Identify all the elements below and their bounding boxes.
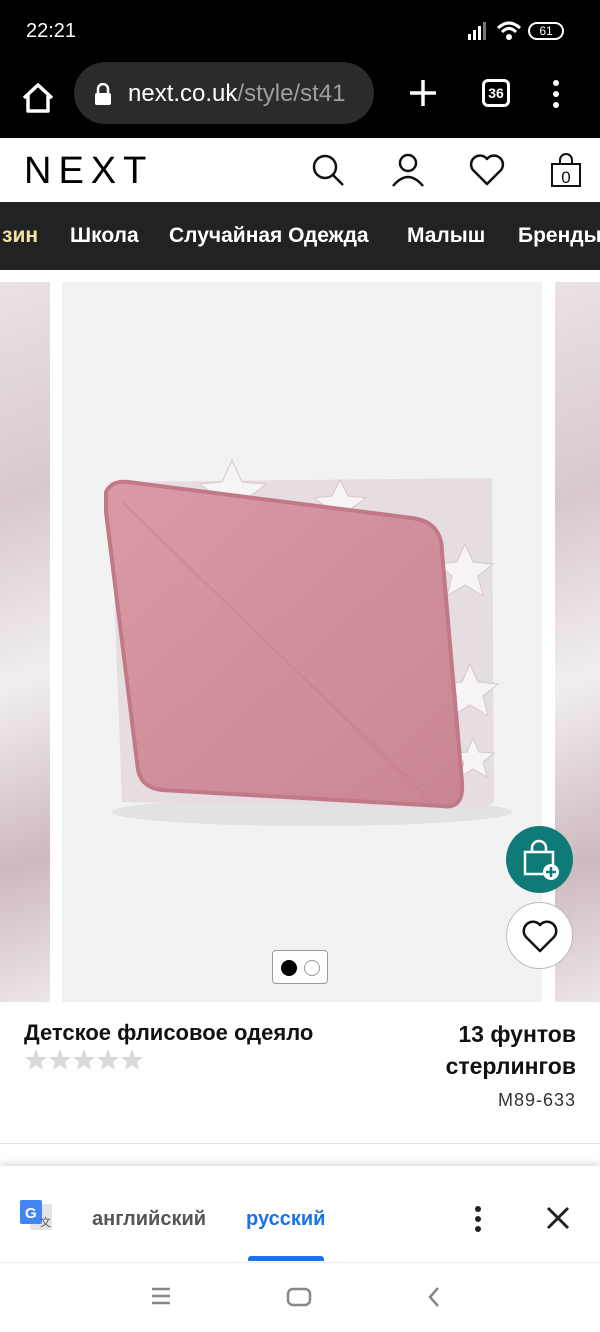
site-header: NEXT 0 (0, 138, 600, 202)
star-icon (121, 1049, 143, 1070)
system-nav-bar (0, 1262, 600, 1332)
category-item-baby[interactable]: Малыш (407, 224, 485, 248)
heart-icon (522, 920, 558, 953)
basket-icon[interactable]: 0 (546, 150, 586, 190)
category-item-casual[interactable]: Случайная Одежда (169, 224, 369, 248)
battery-icon: 61 (528, 22, 564, 40)
star-icon (97, 1049, 119, 1070)
account-icon[interactable] (388, 150, 428, 190)
category-item-brands[interactable]: Бренды (518, 224, 600, 248)
url-bar[interactable]: next.co.uk/style/st41 (74, 62, 374, 124)
url-text: next.co.uk/style/st41 (128, 80, 345, 108)
price-line-1: 13 фунтов (458, 1021, 576, 1047)
star-icon (73, 1049, 95, 1070)
home-icon[interactable] (18, 78, 58, 118)
status-bar: 22:21 61 (0, 0, 600, 62)
product-sku: M89-633 (497, 1090, 576, 1110)
back-icon[interactable] (426, 1285, 442, 1314)
close-icon[interactable] (544, 1204, 572, 1232)
category-nav: зин Школа Случайная Одежда Малыш Бренды (0, 202, 600, 270)
star-icon (25, 1049, 47, 1070)
source-language-tab[interactable]: английский (92, 1208, 206, 1231)
image-pagination[interactable] (272, 950, 328, 984)
next-image-preview[interactable] (555, 282, 600, 1002)
bag-plus-icon (523, 839, 559, 880)
star-icon (49, 1049, 71, 1070)
product-image[interactable] (62, 282, 542, 1002)
active-tab-indicator (248, 1256, 324, 1261)
system-home-icon[interactable] (286, 1287, 312, 1312)
wifi-icon (496, 21, 522, 46)
translate-more-icon[interactable] (470, 1204, 486, 1234)
divider (0, 1143, 600, 1144)
status-time: 22:21 (26, 20, 77, 42)
add-to-favourites-button[interactable] (506, 902, 573, 969)
tab-switcher-button[interactable]: 36 (482, 79, 510, 107)
category-item-school[interactable]: Школа (70, 224, 139, 248)
price-line-2: стерлингов (445, 1053, 576, 1079)
add-to-bag-button[interactable] (506, 826, 573, 893)
new-tab-icon[interactable] (406, 76, 440, 110)
pagination-dot[interactable] (304, 960, 320, 976)
pagination-dot-active[interactable] (281, 960, 297, 976)
url-path: /style/st41 (237, 80, 346, 107)
google-translate-icon[interactable]: G 文 (18, 1198, 54, 1237)
favourites-icon[interactable] (467, 150, 507, 190)
svg-text:文: 文 (40, 1215, 51, 1229)
target-language-tab[interactable]: русский (246, 1208, 325, 1231)
product-price: 13 фунтов стерлингов (376, 1018, 576, 1082)
category-item[interactable]: зин (2, 224, 38, 248)
url-domain: next.co.uk (128, 80, 238, 107)
previous-image-preview[interactable] (0, 282, 50, 1002)
product-title: Детское флисовое одеяло (24, 1020, 314, 1045)
signal-icon (468, 22, 488, 45)
svg-text:G: G (25, 1205, 37, 1222)
basket-count: 0 (561, 168, 571, 187)
more-menu-icon[interactable] (548, 78, 564, 110)
next-logo[interactable]: NEXT (24, 150, 153, 193)
recent-apps-icon[interactable] (150, 1287, 172, 1310)
product-gallery[interactable] (0, 282, 600, 1002)
rating-stars[interactable] (24, 1048, 146, 1077)
browser-toolbar: next.co.uk/style/st41 36 (0, 62, 600, 138)
translate-bar: G 文 английский русский (0, 1166, 600, 1262)
lock-icon (94, 82, 112, 110)
blanket-illustration (104, 458, 512, 826)
search-icon[interactable] (308, 150, 348, 190)
